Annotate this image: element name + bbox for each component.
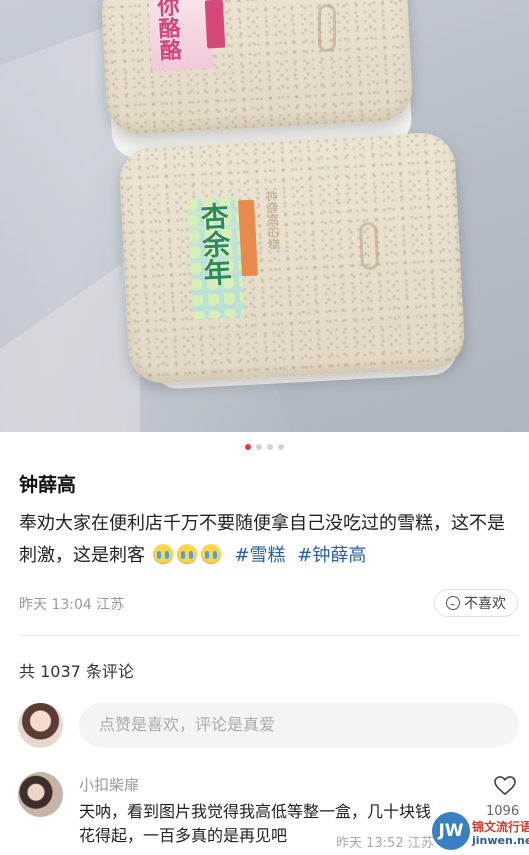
commenter-avatar[interactable]: [18, 772, 63, 817]
carousel-dot[interactable]: [256, 444, 262, 450]
watermark-badge: JW: [432, 812, 470, 850]
carousel-dot-active[interactable]: [245, 444, 251, 450]
watermark-logo: JW 锦文流行语 jinwen.net: [432, 808, 529, 855]
comment-count: 共 1037 条评论: [19, 662, 134, 681]
comment-input[interactable]: 点赞是喜欢，评论是真爱: [79, 703, 519, 747]
post-photo[interactable]: 你酪酪 杏余年 钟薛高的糕: [0, 0, 529, 432]
post-time: 昨天 13:04: [19, 597, 92, 613]
carousel-indicator: [0, 444, 529, 454]
ice-cream-bar-1: [100, 0, 414, 136]
dislike-label: 不喜欢: [464, 596, 506, 612]
comment-time: 昨天 13:52 江苏: [336, 836, 434, 851]
green-label-text: 杏余年: [196, 201, 234, 287]
heart-icon[interactable]: [494, 776, 516, 796]
emboss-text: 钟薛高的糕: [263, 189, 282, 251]
crying-emoji-icon: [200, 544, 221, 564]
post-meta: 昨天 13:04 江苏: [19, 594, 124, 614]
post-title: 钟薛高: [19, 474, 77, 496]
bar-groove: [318, 4, 336, 52]
dislike-button[interactable]: 不喜欢: [434, 589, 518, 617]
watermark-en: jinwen.net: [472, 834, 529, 847]
pink-label: 你酪酪: [148, 0, 214, 72]
carousel-dot[interactable]: [278, 444, 284, 450]
hashtag-link[interactable]: #钟薛高: [297, 545, 366, 566]
frown-icon: [446, 596, 460, 610]
divider: [19, 635, 519, 636]
pink-tag-strip: [204, 0, 226, 49]
pink-label-text: 你酪酪: [152, 0, 182, 62]
green-label: 杏余年: [186, 196, 246, 320]
carousel-dot[interactable]: [267, 444, 273, 450]
crying-emoji-icon: [152, 544, 173, 564]
bar-groove: [358, 221, 380, 271]
watermark-cn: 锦文流行语: [472, 820, 529, 834]
crying-emoji-icon: [176, 544, 197, 564]
commenter-name[interactable]: 小扣柴扉: [79, 774, 139, 795]
ice-cream-bar-2: [118, 131, 466, 385]
current-user-avatar[interactable]: [18, 703, 63, 748]
post-body: 奉劝大家在便利店千万不要随便拿自己没吃过的雪糕，这不是刺激，这是刺客 #雪糕 #…: [19, 508, 514, 572]
post-location: 江苏: [96, 597, 125, 613]
hashtag-link[interactable]: #雪糕: [234, 545, 285, 566]
